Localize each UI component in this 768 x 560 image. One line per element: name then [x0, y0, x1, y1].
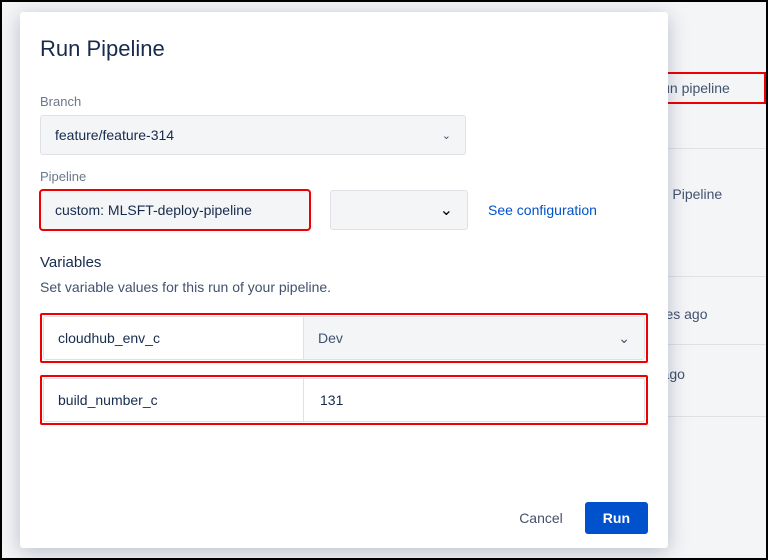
- variable-row: cloudhub_env_c Dev ⌄: [43, 316, 645, 360]
- modal-footer: Cancel Run: [40, 492, 648, 534]
- variable-value-input[interactable]: [318, 391, 630, 409]
- pipeline-select[interactable]: custom: MLSFT-deploy-pipeline: [40, 190, 310, 230]
- variable-value-input-wrap: [304, 379, 644, 421]
- see-configuration-link[interactable]: See configuration: [488, 202, 597, 218]
- modal-title: Run Pipeline: [40, 36, 648, 62]
- variable-value: Dev: [318, 330, 343, 346]
- branch-select[interactable]: feature/feature-314 ⌄: [40, 115, 466, 155]
- chevron-down-icon: ⌄: [618, 330, 630, 347]
- variable-row: build_number_c: [43, 378, 645, 422]
- variable-name: build_number_c: [44, 379, 304, 421]
- variable-name: cloudhub_env_c: [44, 317, 304, 359]
- run-button[interactable]: Run: [585, 502, 648, 534]
- variables-heading: Variables: [40, 254, 648, 271]
- chevron-down-icon: ⌄: [440, 200, 453, 220]
- branch-label: Branch: [40, 94, 648, 109]
- cancel-button[interactable]: Cancel: [507, 502, 575, 534]
- chevron-down-icon: ⌄: [442, 129, 451, 142]
- variables-subtext: Set variable values for this run of your…: [40, 279, 648, 295]
- branch-value: feature/feature-314: [55, 127, 174, 143]
- pipeline-value: custom: MLSFT-deploy-pipeline: [55, 202, 252, 218]
- run-pipeline-modal: Run Pipeline Branch feature/feature-314 …: [20, 12, 668, 548]
- pipeline-label: Pipeline: [40, 169, 648, 184]
- pipeline-label: Pipeline: [672, 186, 722, 202]
- pipeline-select-chevron-area[interactable]: ⌄: [330, 190, 468, 230]
- variable-value-select[interactable]: Dev ⌄: [304, 317, 644, 359]
